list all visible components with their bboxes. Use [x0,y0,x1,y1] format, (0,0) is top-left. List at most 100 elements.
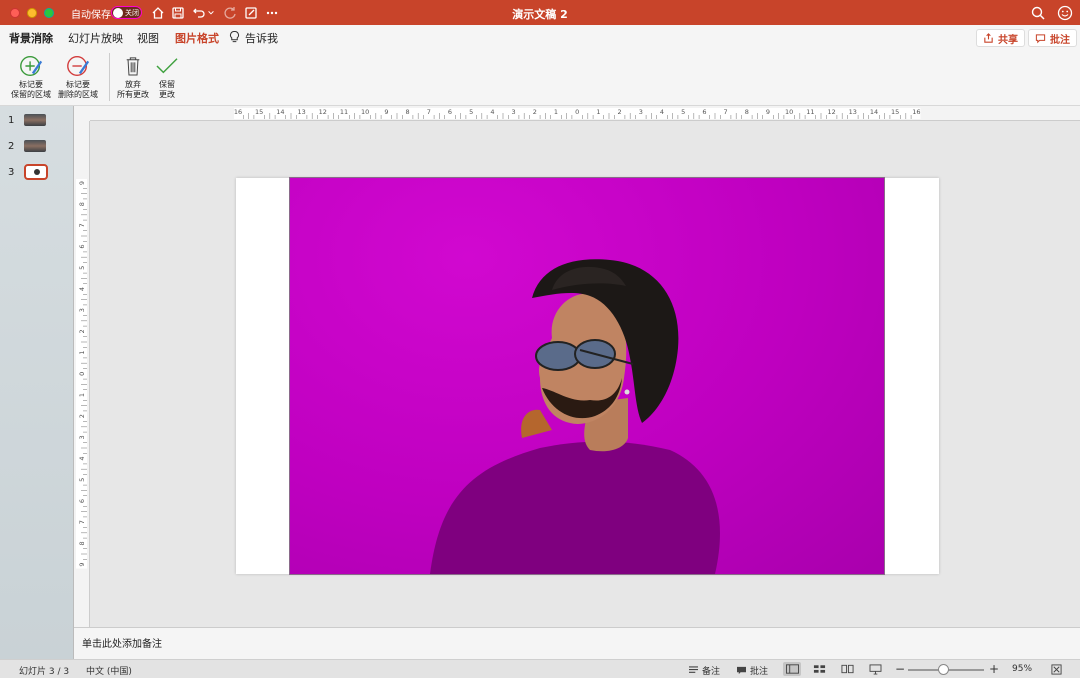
ribbon-toolbar: 标记要 保留的区域 标记要 删除的区域 放弃 所有更改 保留 更改 [0,49,1080,106]
ruler-tick-label: 6 [78,245,86,249]
ruler-tick-label: 10 [361,108,369,116]
notes-pane[interactable]: 单击此处添加备注 [74,627,1080,659]
ruler-tick-label: 1 [78,393,86,397]
ruler-tick-label: 2 [618,108,622,116]
notes-placeholder: 单击此处添加备注 [82,639,162,650]
ruler-tick-label: 5 [78,266,86,270]
search-icon[interactable] [1030,5,1046,21]
ruler-tick-label: 6 [78,499,86,503]
discard-all-changes-button[interactable]: 放弃 所有更改 [114,52,152,100]
zoom-level[interactable]: 95% [1012,664,1032,674]
zoom-in-icon[interactable]: + [989,662,999,676]
undo-dropdown-icon[interactable] [206,5,216,21]
tab-view[interactable]: 视图 [137,30,159,46]
trash-icon [114,52,152,80]
slide-thumbnail-3[interactable]: 3 [8,164,49,180]
grid-view-icon [813,665,825,673]
ruler-tick-label: 0 [575,108,579,116]
ruler-tick-label: 15 [255,108,263,116]
keep-changes-button[interactable]: 保留 更改 [152,52,182,100]
slide-number: 1 [8,114,15,126]
ruler-tick-label: 5 [78,478,86,482]
ruler-tick-label: 1 [78,351,86,355]
mark-remove-line2: 删除的区域 [58,90,98,99]
comment-icon [1035,33,1046,43]
comments-button[interactable]: 批注 [1028,29,1077,47]
slide-thumbnail-2[interactable]: 2 [8,140,47,152]
save-as-icon[interactable] [243,5,259,21]
ruler-tick-label: 8 [406,108,410,116]
ribbon-separator [109,53,110,101]
tab-slideshow[interactable]: 幻灯片放映 [68,30,123,46]
mark-remove-line1: 标记要 [66,80,90,89]
ruler-tick-label: 5 [681,108,685,116]
slideshow-view-button[interactable] [866,662,884,676]
language-indicator[interactable]: 中文 (中国) [86,664,132,677]
ruler-tick-label: 3 [512,108,516,116]
comments-label: 批注 [1050,34,1070,46]
slide-thumbnail-1[interactable]: 1 [8,114,47,126]
reading-view-button[interactable] [838,662,856,676]
mark-areas-to-remove-button[interactable]: 标记要 删除的区域 [55,52,101,100]
tab-picture-format[interactable]: 图片格式 [175,30,219,46]
book-icon [840,664,854,674]
discard-line2: 所有更改 [117,90,149,99]
home-icon[interactable] [150,5,166,21]
slide-sorter-view-button[interactable] [810,662,828,676]
ruler-tick-label: 9 [78,181,86,185]
mark-areas-to-keep-button[interactable]: 标记要 保留的区域 [8,52,54,100]
ruler-tick-label: 9 [766,108,770,116]
fit-to-window-button[interactable] [1047,662,1065,676]
share-label: 共享 [998,34,1018,46]
autosave-toggle[interactable]: 关闭 [111,6,142,19]
ruler-tick-label: 13 [849,108,857,116]
ruler-tick-label: 2 [78,414,86,418]
ruler-tick-label: 3 [78,308,86,312]
normal-view-button[interactable] [783,662,801,676]
fit-window-icon [1050,663,1062,675]
mark-keep-line2: 保留的区域 [11,90,51,99]
close-window-button[interactable] [10,8,20,18]
ruler-tick-label: 11 [340,108,348,116]
ruler-tick-label: 6 [448,108,452,116]
presentation-icon [869,663,881,675]
ruler-tick-label: 8 [78,541,86,545]
slide-thumbnail-image [24,114,47,126]
zoom-slider-handle[interactable] [938,664,949,675]
normal-view-icon [785,664,799,674]
more-options-icon[interactable] [264,5,280,21]
ruler-tick-label: 10 [785,108,793,116]
ruler-tick-label: 7 [78,520,86,524]
mark-keep-line1: 标记要 [19,80,43,89]
ruler-tick-label: 11 [806,108,814,116]
ruler-corner [74,106,90,121]
zoom-out-icon[interactable]: − [895,662,905,676]
portrait-photo-background-removal[interactable] [289,177,885,575]
ruler-tick-label: 12 [827,108,835,116]
save-icon[interactable] [170,5,186,21]
horizontal-ruler: 16 15 14 13 12 11 10 9 8 7 6 5 4 3 2 1 0 1 2 3 4 5 6 7 8 9 10 11 12 1… [90,106,1080,121]
slide-number: 3 [8,166,15,178]
tab-tell-me[interactable]: 告诉我 [245,30,278,46]
comments-toggle-button[interactable]: 批注 [736,664,768,677]
ruler-tick-label: 9 [78,563,86,567]
checkmark-icon [152,52,182,80]
notes-toggle-button[interactable]: 备注 [688,664,720,677]
tab-background-removal[interactable]: 背景消除 [9,30,53,51]
notes-status-label: 备注 [702,667,721,677]
ruler-tick-label: 12 [319,108,327,116]
minimize-window-button[interactable] [27,8,37,18]
ruler-tick-label: 7 [78,223,86,227]
zoom-window-button[interactable] [44,8,54,18]
undo-icon[interactable] [191,5,207,21]
ruler-tick-label: 5 [469,108,473,116]
ruler-tick-label: 1 [596,108,600,116]
pencil-plus-icon [8,52,54,80]
share-button[interactable]: 共享 [976,29,1025,47]
keep-line2: 更改 [159,90,175,99]
smiley-feedback-icon[interactable] [1057,5,1073,21]
ruler-tick-label: 4 [78,457,86,461]
redo-icon[interactable] [222,5,238,21]
ruler-tick-label: 3 [639,108,643,116]
ruler-tick-label: 4 [78,287,86,291]
